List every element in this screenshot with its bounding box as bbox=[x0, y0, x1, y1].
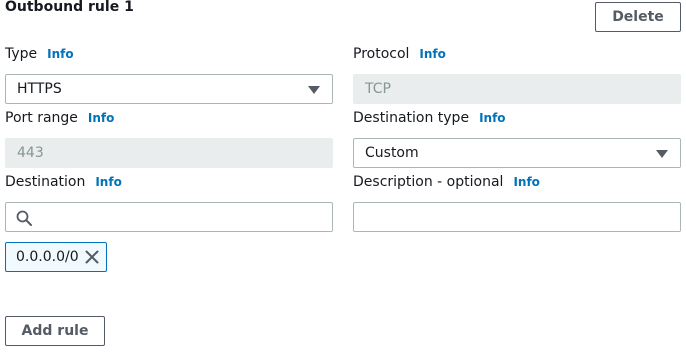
type-info-link[interactable]: Info bbox=[47, 47, 73, 61]
description-info-link[interactable]: Info bbox=[513, 175, 539, 189]
search-icon bbox=[16, 210, 32, 226]
destination-token-label: 0.0.0.0/0 bbox=[16, 249, 79, 265]
protocol-label-row: Protocol Info bbox=[353, 46, 446, 62]
add-rule-button[interactable]: Add rule bbox=[5, 316, 105, 346]
type-label: Type bbox=[5, 46, 38, 62]
port-range-info-link[interactable]: Info bbox=[88, 111, 114, 125]
close-icon[interactable] bbox=[84, 249, 100, 265]
destination-type-info-link[interactable]: Info bbox=[479, 111, 505, 125]
destination-token: 0.0.0.0/0 bbox=[5, 242, 107, 272]
protocol-info-link[interactable]: Info bbox=[419, 47, 445, 61]
port-range-field: 443 bbox=[5, 138, 333, 168]
type-select[interactable]: HTTPS bbox=[5, 74, 333, 104]
destination-info-link[interactable]: Info bbox=[95, 175, 121, 189]
type-label-row: Type Info bbox=[5, 46, 74, 62]
protocol-value: TCP bbox=[365, 81, 391, 97]
description-label: Description - optional bbox=[353, 174, 504, 190]
destination-type-label: Destination type bbox=[353, 110, 470, 126]
destination-label: Destination bbox=[5, 174, 86, 190]
caret-down-icon bbox=[308, 86, 320, 94]
port-range-value: 443 bbox=[17, 145, 44, 161]
protocol-field: TCP bbox=[353, 74, 681, 104]
type-select-value: HTTPS bbox=[17, 81, 62, 97]
destination-type-value: Custom bbox=[365, 145, 419, 161]
destination-type-label-row: Destination type Info bbox=[353, 110, 506, 126]
description-input[interactable] bbox=[353, 202, 681, 232]
destination-label-row: Destination Info bbox=[5, 174, 122, 190]
port-range-label-row: Port range Info bbox=[5, 110, 114, 126]
description-label-row: Description - optional Info bbox=[353, 174, 540, 190]
protocol-label: Protocol bbox=[353, 46, 410, 62]
destination-type-select[interactable]: Custom bbox=[353, 138, 681, 168]
caret-down-icon bbox=[656, 150, 668, 158]
destination-search-input[interactable] bbox=[5, 202, 333, 232]
rule-title: Outbound rule 1 bbox=[5, 0, 134, 15]
port-range-label: Port range bbox=[5, 110, 78, 126]
delete-button[interactable]: Delete bbox=[595, 2, 681, 32]
